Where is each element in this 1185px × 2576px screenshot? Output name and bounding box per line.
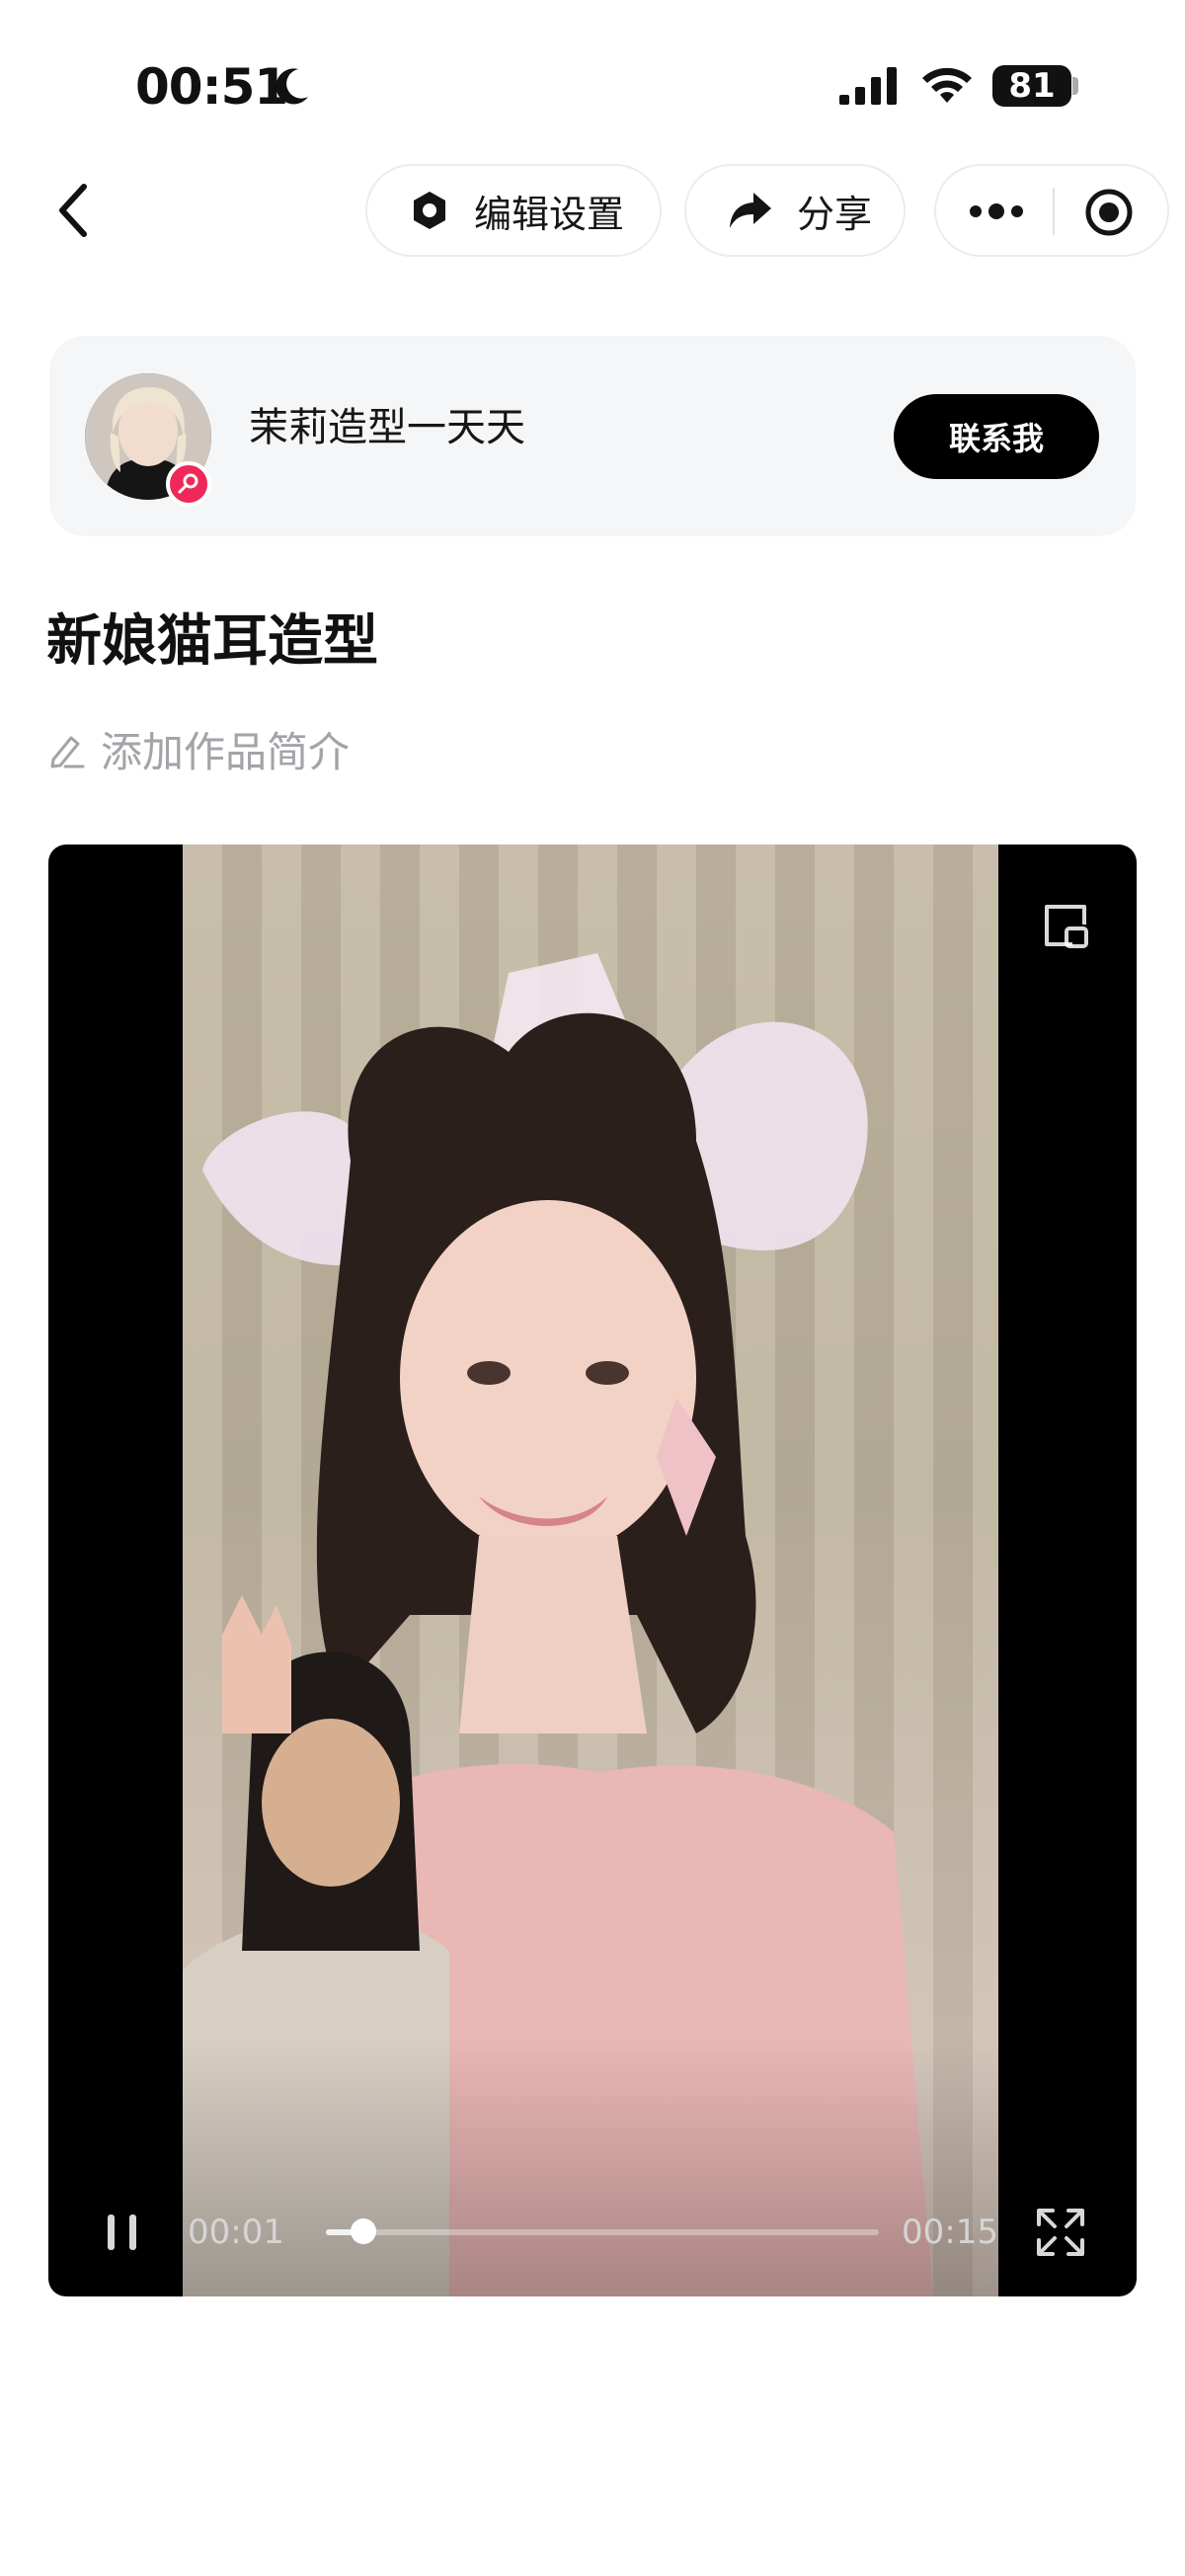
- share-label: 分享: [797, 192, 873, 236]
- back-icon[interactable]: [54, 181, 94, 240]
- edit-pencil-icon: [50, 736, 85, 767]
- moon-icon: [276, 68, 308, 105]
- share-icon: [730, 193, 771, 228]
- fullscreen-icon[interactable]: [1033, 2205, 1088, 2260]
- current-time: 00:01: [188, 2213, 284, 2252]
- mini-program-capsule: [934, 164, 1169, 257]
- badge-search-icon: [178, 473, 198, 494]
- edit-settings-label: 编辑设置: [474, 192, 625, 236]
- more-icon[interactable]: [968, 192, 1025, 231]
- share-button[interactable]: 分享: [684, 164, 906, 257]
- video-frame[interactable]: [183, 845, 998, 2296]
- verified-badge: [166, 461, 211, 507]
- progress-track[interactable]: [326, 2229, 879, 2235]
- video-bottom-fade: [183, 2040, 998, 2296]
- gear-icon: [414, 192, 445, 229]
- edit-settings-button[interactable]: 编辑设置: [365, 164, 662, 257]
- add-description-label: 添加作品简介: [101, 728, 351, 776]
- pip-icon[interactable]: [1039, 899, 1094, 954]
- signal-icon: [839, 67, 897, 105]
- battery-cap: [1072, 77, 1078, 95]
- pause-icon[interactable]: [104, 2211, 143, 2254]
- author-name[interactable]: 茉莉造型一天天: [249, 400, 525, 455]
- capsule-divider: [1053, 188, 1055, 235]
- status-time: 00:51: [135, 58, 288, 116]
- total-time: 00:15: [902, 2213, 998, 2252]
- video-player[interactable]: [48, 845, 1137, 2296]
- wifi-icon: [922, 67, 972, 103]
- battery-indicator: 81: [992, 65, 1071, 107]
- work-title: 新娘猫耳造型: [46, 609, 378, 674]
- record-icon[interactable]: [1084, 188, 1134, 237]
- add-description-link[interactable]: 添加作品简介: [47, 719, 350, 779]
- contact-me-button[interactable]: 联系我: [894, 394, 1099, 479]
- progress-knob[interactable]: [350, 2218, 376, 2244]
